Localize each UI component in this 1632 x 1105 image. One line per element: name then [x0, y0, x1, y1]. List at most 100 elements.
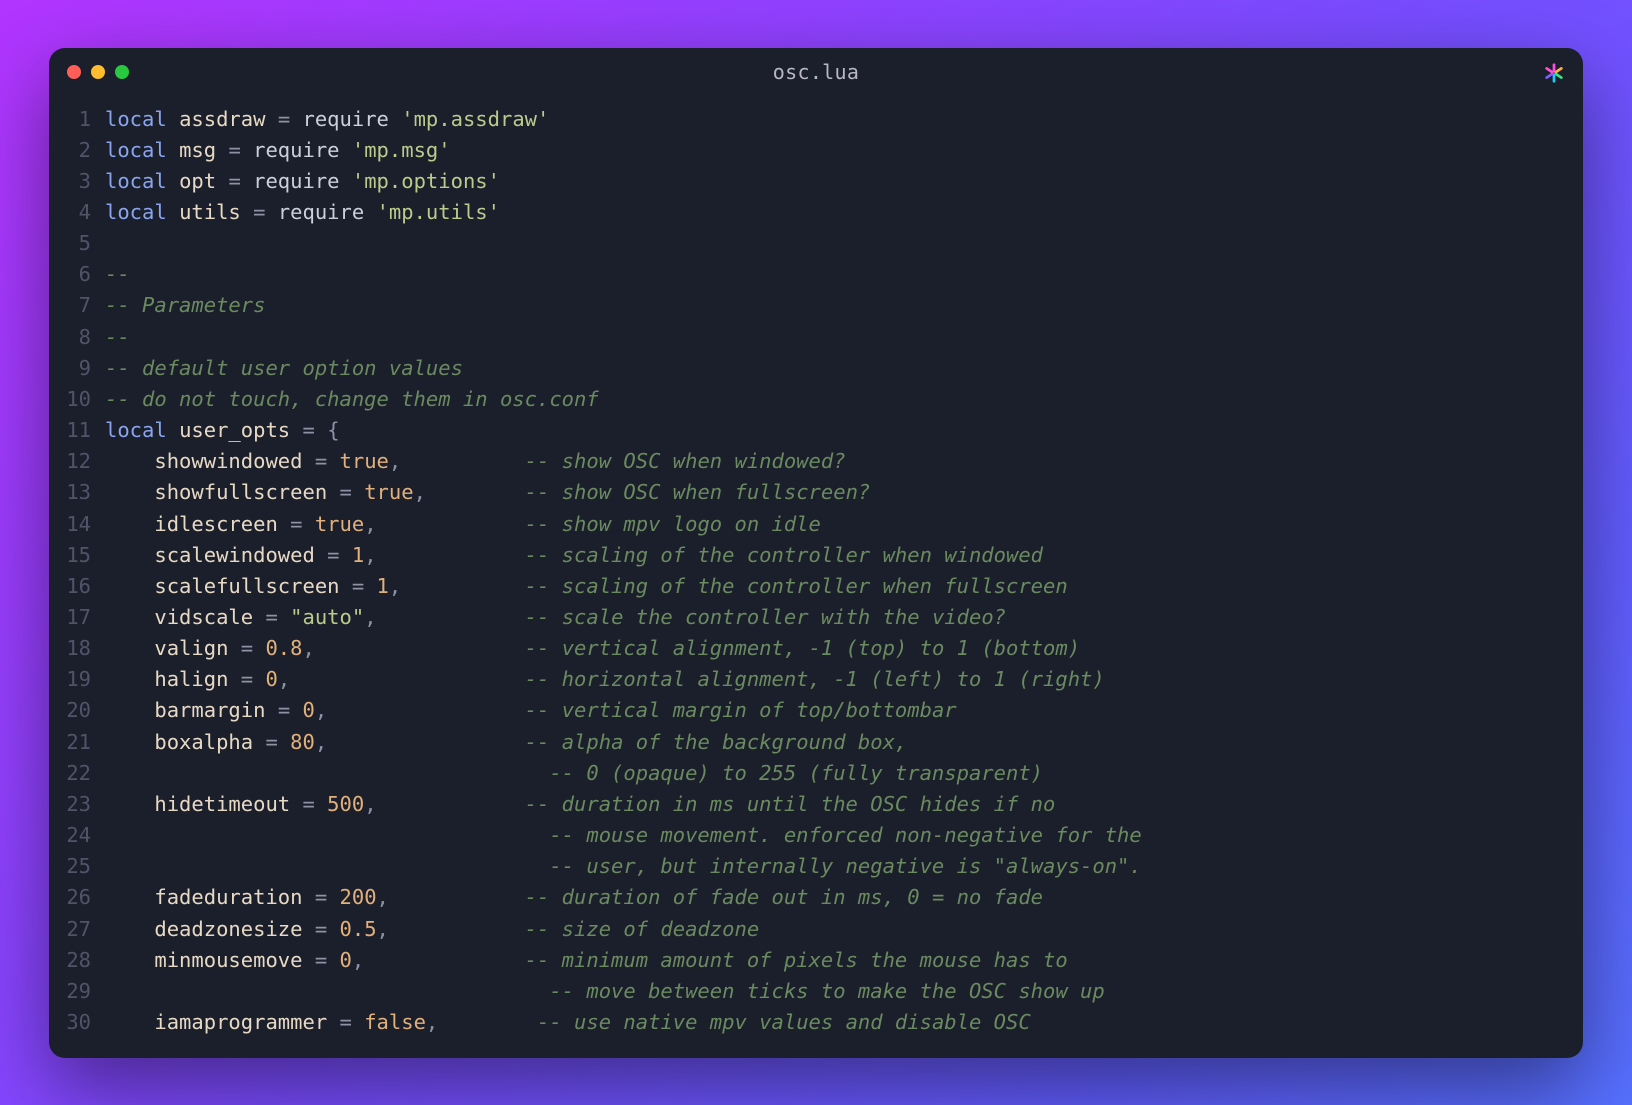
close-button[interactable]: [67, 65, 81, 79]
line-number: 21: [49, 727, 91, 758]
operator: =: [290, 512, 302, 536]
keyword: local: [105, 107, 167, 131]
operator: =: [265, 605, 277, 629]
identifier: vidscale: [154, 605, 253, 629]
operator: ,: [315, 698, 327, 722]
identifier: barmargin: [154, 698, 265, 722]
code-line[interactable]: [105, 228, 1583, 259]
number-literal: 0: [265, 667, 277, 691]
code-line[interactable]: showfullscreen = true, -- show OSC when …: [105, 477, 1583, 508]
code-line[interactable]: deadzonesize = 0.5, -- size of deadzone: [105, 914, 1583, 945]
identifier: hidetimeout: [154, 792, 290, 816]
code-line[interactable]: idlescreen = true, -- show mpv logo on i…: [105, 509, 1583, 540]
identifier: utils: [179, 200, 241, 224]
number-literal: 0: [303, 698, 315, 722]
comment: --: [105, 325, 130, 349]
line-number: 1: [49, 104, 91, 135]
comment: -- move between ticks to make the OSC sh…: [549, 979, 1104, 1003]
identifier: fadeduration: [154, 885, 302, 909]
line-number: 27: [49, 914, 91, 945]
editor-window: osc.lua 12345678910111213141516171819202…: [49, 48, 1583, 1058]
string-literal: "auto": [290, 605, 364, 629]
line-number: 25: [49, 851, 91, 882]
code-line[interactable]: fadeduration = 200, -- duration of fade …: [105, 882, 1583, 913]
operator: ,: [278, 667, 290, 691]
code-line[interactable]: local opt = require 'mp.options': [105, 166, 1583, 197]
identifier: scalewindowed: [154, 543, 314, 567]
operator: ,: [389, 574, 401, 598]
function-call: require: [303, 107, 389, 131]
number-literal: 0.5: [340, 917, 377, 941]
code-line[interactable]: halign = 0, -- horizontal alignment, -1 …: [105, 664, 1583, 695]
code-line[interactable]: -- Parameters: [105, 290, 1583, 321]
keyword: local: [105, 418, 167, 442]
code-editor[interactable]: 1234567891011121314151617181920212223242…: [49, 96, 1583, 1058]
code-line[interactable]: -- 0 (opaque) to 255 (fully transparent): [105, 758, 1583, 789]
comment: -- default user option values: [105, 356, 463, 380]
operator: =: [352, 574, 364, 598]
comment: -- vertical alignment, -1 (top) to 1 (bo…: [525, 636, 1080, 660]
boolean-literal: true: [364, 480, 413, 504]
code-line[interactable]: --: [105, 259, 1583, 290]
app-logo-icon: [1543, 62, 1565, 84]
comment: -- 0 (opaque) to 255 (fully transparent): [549, 761, 1043, 785]
operator: ,: [364, 512, 376, 536]
code-line[interactable]: -- default user option values: [105, 353, 1583, 384]
code-line[interactable]: local utils = require 'mp.utils': [105, 197, 1583, 228]
operator: ,: [364, 792, 376, 816]
line-number: 11: [49, 415, 91, 446]
code-line[interactable]: vidscale = "auto", -- scale the controll…: [105, 602, 1583, 633]
line-number: 20: [49, 695, 91, 726]
maximize-button[interactable]: [115, 65, 129, 79]
identifier: valign: [154, 636, 228, 660]
code-line[interactable]: hidetimeout = 500, -- duration in ms unt…: [105, 789, 1583, 820]
comment: -- horizontal alignment, -1 (left) to 1 …: [525, 667, 1105, 691]
code-line[interactable]: local msg = require 'mp.msg': [105, 135, 1583, 166]
code-line[interactable]: -- mouse movement. enforced non-negative…: [105, 820, 1583, 851]
operator: ,: [364, 605, 376, 629]
code-line[interactable]: scalefullscreen = 1, -- scaling of the c…: [105, 571, 1583, 602]
code-line[interactable]: boxalpha = 80, -- alpha of the backgroun…: [105, 727, 1583, 758]
code-line[interactable]: scalewindowed = 1, -- scaling of the con…: [105, 540, 1583, 571]
code-line[interactable]: minmousemove = 0, -- minimum amount of p…: [105, 945, 1583, 976]
line-number: 13: [49, 477, 91, 508]
code-line[interactable]: -- move between ticks to make the OSC sh…: [105, 976, 1583, 1007]
code-line[interactable]: local user_opts = {: [105, 415, 1583, 446]
function-call: require: [253, 138, 339, 162]
minimize-button[interactable]: [91, 65, 105, 79]
code-content[interactable]: local assdraw = require 'mp.assdraw'loca…: [105, 104, 1583, 1040]
identifier: user_opts: [179, 418, 290, 442]
operator: ,: [364, 543, 376, 567]
operator: ,: [426, 1010, 438, 1034]
operator: =: [340, 480, 352, 504]
line-number: 3: [49, 166, 91, 197]
identifier: msg: [179, 138, 216, 162]
titlebar: osc.lua: [49, 48, 1583, 96]
keyword: local: [105, 138, 167, 162]
code-line[interactable]: iamaprogrammer = false, -- use native mp…: [105, 1007, 1583, 1038]
line-number-gutter: 1234567891011121314151617181920212223242…: [49, 104, 105, 1040]
line-number: 17: [49, 602, 91, 633]
code-line[interactable]: -- do not touch, change them in osc.conf: [105, 384, 1583, 415]
code-line[interactable]: --: [105, 322, 1583, 353]
line-number: 5: [49, 228, 91, 259]
line-number: 24: [49, 820, 91, 851]
operator: {: [327, 418, 339, 442]
function-call: require: [253, 169, 339, 193]
number-literal: 500: [327, 792, 364, 816]
operator: ,: [352, 948, 364, 972]
identifier: idlescreen: [154, 512, 277, 536]
number-literal: 200: [340, 885, 377, 909]
code-line[interactable]: barmargin = 0, -- vertical margin of top…: [105, 695, 1583, 726]
operator: =: [327, 543, 339, 567]
keyword: local: [105, 169, 167, 193]
code-line[interactable]: -- user, but internally negative is "alw…: [105, 851, 1583, 882]
operator: =: [315, 948, 327, 972]
operator: =: [278, 107, 290, 131]
string-literal: 'mp.utils': [377, 200, 500, 224]
code-line[interactable]: valign = 0.8, -- vertical alignment, -1 …: [105, 633, 1583, 664]
code-line[interactable]: showwindowed = true, -- show OSC when wi…: [105, 446, 1583, 477]
code-line[interactable]: local assdraw = require 'mp.assdraw': [105, 104, 1583, 135]
line-number: 6: [49, 259, 91, 290]
operator: =: [265, 730, 277, 754]
